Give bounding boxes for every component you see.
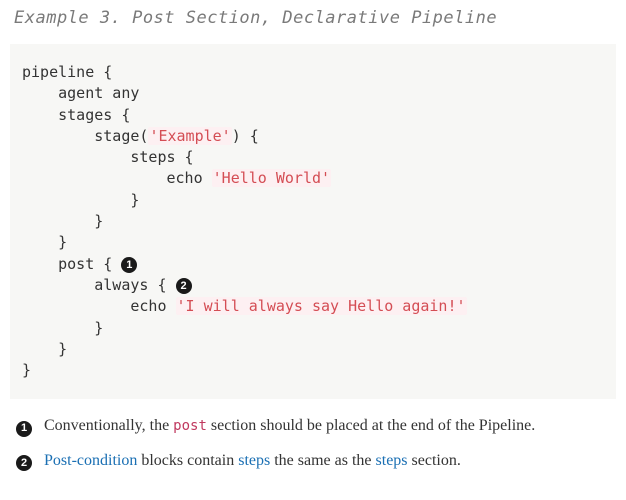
example-title: Example 3. Post Section, Declarative Pip…: [0, 0, 626, 44]
code-line: post {: [22, 255, 121, 273]
callout-legend: 1 Conventionally, the post section shoul…: [0, 399, 626, 492]
callout-badge-2: 2: [16, 455, 32, 471]
callout-badge-1: 1: [16, 421, 32, 437]
code-line: stages {: [22, 106, 130, 124]
code-line: pipeline {: [22, 63, 112, 81]
code-block: pipeline { agent any stages { stage('Exa…: [10, 44, 616, 399]
legend-text-fragment: section should be placed at the end of t…: [207, 417, 535, 434]
legend-item-1: 1 Conventionally, the post section shoul…: [16, 415, 610, 437]
code-line: }: [22, 361, 31, 379]
code-line: agent any: [22, 84, 139, 102]
code-string: 'Example': [148, 127, 231, 145]
code-line: echo: [22, 297, 176, 315]
link-post-condition[interactable]: Post-condition: [44, 452, 137, 469]
legend-text-fragment: blocks contain: [137, 452, 238, 469]
legend-text-fragment: Conventionally, the: [44, 417, 173, 434]
code-string: 'I will always say Hello again!': [176, 297, 467, 315]
code-line: steps {: [22, 148, 194, 166]
code-line: stage(: [22, 127, 148, 145]
code-line: }: [22, 319, 103, 337]
legend-text-fragment: the same as the: [270, 452, 375, 469]
code-line: ) {: [232, 127, 259, 145]
legend-text-1: Conventionally, the post section should …: [44, 415, 535, 437]
legend-item-2: 2 Post-condition blocks contain steps th…: [16, 450, 610, 472]
code-string: 'Hello World': [212, 169, 331, 187]
legend-text-fragment: section.: [408, 452, 461, 469]
inline-code-post: post: [173, 418, 207, 434]
callout-badge-1: 1: [121, 257, 137, 273]
code-line: }: [22, 233, 67, 251]
code-line: always {: [22, 276, 176, 294]
link-steps-2[interactable]: steps: [376, 452, 408, 469]
code-line: echo: [22, 169, 212, 187]
code-line: }: [22, 191, 139, 209]
code-line: }: [22, 212, 103, 230]
link-steps-1[interactable]: steps: [238, 452, 270, 469]
code-line: }: [22, 340, 67, 358]
legend-text-2: Post-condition blocks contain steps the …: [44, 450, 461, 472]
callout-badge-2: 2: [176, 278, 192, 294]
